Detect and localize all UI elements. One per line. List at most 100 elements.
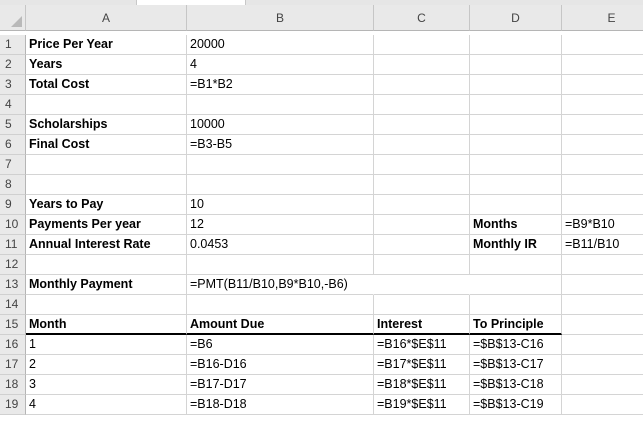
column-header-c[interactable]: C [374,5,470,31]
column-header-e[interactable]: E [562,5,643,31]
cell-b3[interactable]: =B1*B2 [187,75,374,95]
cell-c19[interactable]: =B19*$E$11 [374,395,470,415]
cell-d2[interactable] [470,55,562,75]
cell-a16[interactable]: 1 [26,335,187,355]
cell-d15[interactable]: To Principle [470,315,562,335]
cell-e1[interactable] [562,35,643,55]
cell-a3[interactable]: Total Cost [26,75,187,95]
cell-b2[interactable]: 4 [187,55,374,75]
cell-e18[interactable] [562,375,643,395]
cell-a17[interactable]: 2 [26,355,187,375]
select-all-button[interactable] [0,5,26,31]
cell-e12[interactable] [562,255,643,275]
cell-a1[interactable]: Price Per Year [26,35,187,55]
cell-a19[interactable]: 4 [26,395,187,415]
row-header[interactable]: 4 [0,95,26,115]
cell-e6[interactable] [562,135,643,155]
cell-d16[interactable]: =$B$13-C16 [470,335,562,355]
cell-e7[interactable] [562,155,643,175]
row-header[interactable]: 11 [0,235,26,255]
cell-b1[interactable]: 20000 [187,35,374,55]
cell-b15[interactable]: Amount Due [187,315,374,335]
column-header-a[interactable]: A [26,5,187,31]
cell-c4[interactable] [374,95,470,115]
column-header-d[interactable]: D [470,5,562,31]
cell-d11[interactable]: Monthly IR [470,235,562,255]
column-header-b[interactable]: B [187,5,374,31]
cell-a15[interactable]: Month [26,315,187,335]
cell-c6[interactable] [374,135,470,155]
cell-a6[interactable]: Final Cost [26,135,187,155]
row-header[interactable]: 18 [0,375,26,395]
cell-d17[interactable]: =$B$13-C17 [470,355,562,375]
cell-c2[interactable] [374,55,470,75]
row-header[interactable]: 6 [0,135,26,155]
cell-e5[interactable] [562,115,643,135]
cell-a11[interactable]: Annual Interest Rate [26,235,187,255]
cell-d6[interactable] [470,135,562,155]
cell-a4[interactable] [26,95,187,115]
cell-e3[interactable] [562,75,643,95]
cell-e11[interactable]: =B11/B10 [562,235,643,255]
cell-d10[interactable]: Months [470,215,562,235]
cell-a18[interactable]: 3 [26,375,187,395]
row-header[interactable]: 1 [0,35,26,55]
cell-e2[interactable] [562,55,643,75]
cell-c5[interactable] [374,115,470,135]
cell-a10[interactable]: Payments Per year [26,215,187,235]
cell-d3[interactable] [470,75,562,95]
cell-d18[interactable]: =$B$13-C18 [470,375,562,395]
cell-a9[interactable]: Years to Pay [26,195,187,215]
cell-b17[interactable]: =B16-D16 [187,355,374,375]
cell-d5[interactable] [470,115,562,135]
row-header[interactable]: 12 [0,255,26,275]
cell-c9[interactable] [374,195,470,215]
cell-c13[interactable] [374,275,470,295]
cell-d12[interactable] [470,255,562,275]
cell-d9[interactable] [470,195,562,215]
cell-d7[interactable] [470,155,562,175]
row-header[interactable]: 14 [0,295,26,315]
cell-b16[interactable]: =B6 [187,335,374,355]
cell-d4[interactable] [470,95,562,115]
cell-b11[interactable]: 0.0453 [187,235,374,255]
cell-d14[interactable] [470,295,562,315]
cell-b5[interactable]: 10000 [187,115,374,135]
cell-c8[interactable] [374,175,470,195]
cell-c18[interactable]: =B18*$E$11 [374,375,470,395]
cell-a5[interactable]: Scholarships [26,115,187,135]
row-header[interactable]: 15 [0,315,26,335]
row-header[interactable]: 19 [0,395,26,415]
cell-e15[interactable] [562,315,643,335]
cell-e19[interactable] [562,395,643,415]
cell-c15[interactable]: Interest [374,315,470,335]
row-header[interactable]: 7 [0,155,26,175]
row-header[interactable]: 13 [0,275,26,295]
cell-a12[interactable] [26,255,187,275]
cell-d19[interactable]: =$B$13-C19 [470,395,562,415]
cell-e8[interactable] [562,175,643,195]
row-header[interactable]: 17 [0,355,26,375]
cell-a7[interactable] [26,155,187,175]
cell-d13[interactable] [470,275,562,295]
cell-b18[interactable]: =B17-D17 [187,375,374,395]
cell-b4[interactable] [187,95,374,115]
row-header[interactable]: 16 [0,335,26,355]
cell-e9[interactable] [562,195,643,215]
cell-a8[interactable] [26,175,187,195]
cell-c11[interactable] [374,235,470,255]
cell-c12[interactable] [374,255,470,275]
cell-b19[interactable]: =B18-D18 [187,395,374,415]
cell-a2[interactable]: Years [26,55,187,75]
cell-b10[interactable]: 12 [187,215,374,235]
cell-e4[interactable] [562,95,643,115]
row-header[interactable]: 8 [0,175,26,195]
row-header[interactable]: 9 [0,195,26,215]
cell-b6[interactable]: =B3-B5 [187,135,374,155]
cell-b9[interactable]: 10 [187,195,374,215]
cell-b13[interactable]: =PMT(B11/B10,B9*B10,-B6) [187,275,374,295]
cell-b8[interactable] [187,175,374,195]
row-header[interactable]: 3 [0,75,26,95]
cell-e13[interactable] [562,275,643,295]
cell-c16[interactable]: =B16*$E$11 [374,335,470,355]
